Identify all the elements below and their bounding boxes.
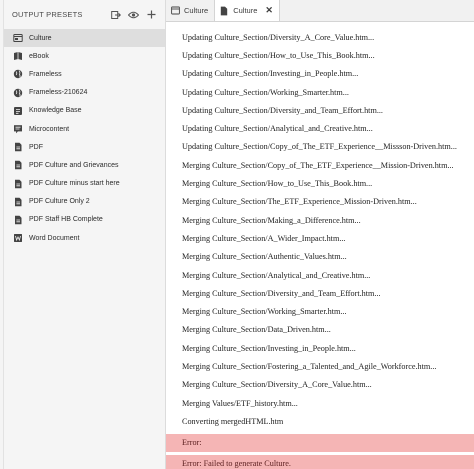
log-line: Merging Culture_Section/Copy_of_The_ETF_… [182,160,454,170]
output-log: Updating Culture_Section/Diversity_A_Cor… [166,22,474,469]
log-line: Merging Culture_Section/How_to_Use_This_… [182,179,373,189]
preset-item-pdf-culture-and-grievances[interactable]: PDF Culture and Grievances [4,156,165,174]
preset-label: PDF [29,143,43,151]
tab-label: Culture [184,6,209,15]
globe-icon [12,87,23,98]
ebook-icon [12,51,23,62]
preset-label: Frameless [29,70,62,78]
preset-item-frameless[interactable]: Frameless [4,65,165,83]
preset-tab-icon [171,6,180,16]
pdf-icon [12,214,23,225]
log-line: Updating Culture_Section/Analytical_and_… [182,124,373,134]
preset-item-pdf-culture-only-2[interactable]: PDF Culture Only 2 [4,193,165,211]
preset-label: Microcontent [29,125,70,133]
preset-item-pdf-staff-hb-complete[interactable]: PDF Staff HB Complete [4,211,165,229]
preset-label: Frameless-210624 [29,89,88,97]
tab-label: Culture [233,6,258,15]
preset-label: PDF Staff HB Complete [29,216,103,224]
preset-label: Knowledge Base [29,107,82,115]
microcontent-icon [12,124,23,135]
add-preset-button[interactable] [144,7,159,22]
preset-item-knowledge-base[interactable]: Knowledge Base [4,102,165,120]
log-line: Merging Culture_Section/Analytical_and_C… [182,270,371,280]
panel-title: OUTPUT PRESETS [12,10,83,19]
preset-item-culture[interactable]: Culture [4,29,165,48]
output-presets-panel: OUTPUT PRESETS Culture eBook Frameless F… [4,0,166,469]
preset-list: Culture eBook Frameless Frameless-210624 [4,29,165,247]
preset-label: Culture [29,34,52,42]
word-document-icon [12,233,23,244]
preset-label: PDF Culture minus start here [29,180,120,188]
preset-item-microcontent[interactable]: Microcontent [4,120,165,138]
preset-item-pdf[interactable]: PDF [4,138,165,156]
preset-label: PDF Culture and Grievances [29,161,119,169]
pdf-icon [12,196,23,207]
plus-icon [147,10,156,19]
log-line: Converting mergedHTML.htm [182,416,284,426]
log-line: Updating Culture_Section/Working_Smarter… [182,87,349,97]
app-window: OUTPUT PRESETS Culture eBook Frameless F… [0,0,474,469]
globe-icon [12,69,23,80]
pdf-icon [12,178,23,189]
output-presets-header: OUTPUT PRESETS [4,0,165,29]
preset-item-pdf-culture-minus-start-here[interactable]: PDF Culture minus start here [4,175,165,193]
log-line: Merging Culture_Section/Making_a_Differe… [182,215,361,225]
log-line: Merging Culture_Section/Data_Driven.htm.… [182,325,331,335]
tab-culture-output[interactable]: Culture ✕ [215,0,280,21]
log-line-error: Error: [166,433,474,452]
pdf-icon [12,142,23,153]
log-line: Merging Culture_Section/Investing_in_Peo… [182,343,356,353]
preset-item-frameless-210624[interactable]: Frameless-210624 [4,84,165,102]
preset-label: eBook [29,52,49,60]
preset-item-ebook[interactable]: eBook [4,47,165,65]
preset-item-word-document[interactable]: Word Document [4,229,165,247]
log-line: Updating Culture_Section/Diversity_A_Cor… [182,32,375,42]
preset-label: Word Document [29,234,80,242]
log-line: Updating Culture_Section/Investing_in_Pe… [182,69,359,79]
eye-icon [128,11,139,18]
tab-culture-preset[interactable]: Culture [166,0,216,21]
log-line: Merging Culture_Section/The_ETF_Experien… [182,197,417,207]
knowledge-base-icon [12,105,23,116]
close-tab-button[interactable]: ✕ [265,5,273,16]
web-icon [12,33,23,44]
log-line: Merging Culture_Section/Fostering_a_Tale… [182,361,437,371]
log-line: Merging Culture_Section/Diversity_A_Core… [182,380,372,390]
preset-label: PDF Culture Only 2 [29,198,90,206]
log-line: Updating Culture_Section/Diversity_and_T… [182,105,383,115]
log-line: Merging Values/ETF_history.htm... [182,398,298,408]
document-tab-icon [220,6,229,16]
log-line: Updating Culture_Section/How_to_Use_This… [182,50,375,60]
log-line-error: Error: Failed to generate Culture. [166,454,474,469]
export-button[interactable] [108,7,123,22]
log-line: Merging Culture_Section/A_Wider_Impact.h… [182,233,346,243]
pdf-icon [12,160,23,171]
log-line: Merging Culture_Section/Working_Smarter.… [182,307,347,317]
log-line: Merging Culture_Section/Diversity_and_Te… [182,288,381,298]
export-icon [110,10,121,19]
log-line: Updating Culture_Section/Copy_of_The_ETF… [182,142,457,152]
log-line: Merging Culture_Section/Authentic_Values… [182,252,347,262]
tab-bar: Culture Culture ✕ [166,0,474,22]
main-panel: Culture Culture ✕ Updating Culture_Secti… [166,0,474,469]
view-button[interactable] [126,7,141,22]
